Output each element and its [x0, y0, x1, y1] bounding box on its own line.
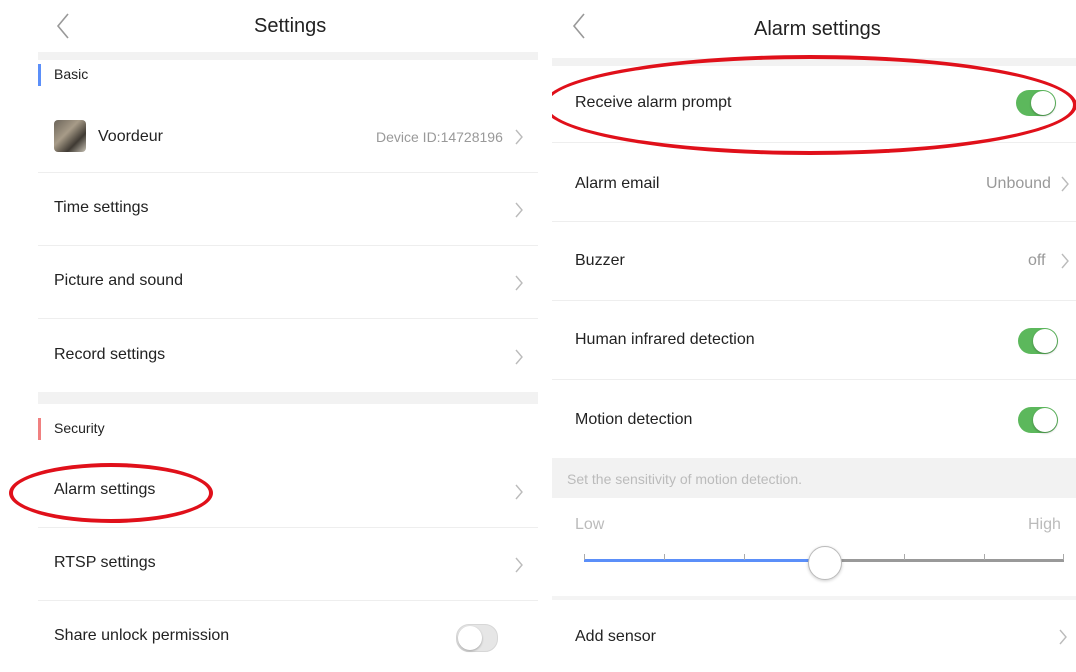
slider-tick [584, 554, 585, 560]
settings-titlebar: Settings [0, 0, 538, 52]
row-label: Alarm settings [54, 481, 156, 498]
divider [552, 58, 1076, 66]
chevron-right-icon [515, 557, 523, 573]
share-unlock-toggle[interactable] [456, 624, 498, 652]
chevron-right-icon [515, 349, 523, 365]
sensitivity-slider[interactable] [584, 546, 1064, 580]
slider-tick [744, 554, 745, 560]
row-label: Time settings [54, 199, 149, 216]
alarm-settings-row[interactable]: Alarm settings [38, 455, 538, 528]
alarm-email-value: Unbound [986, 175, 1051, 192]
row-label: Add sensor [575, 628, 656, 645]
chevron-right-icon [1061, 253, 1069, 269]
sensitivity-caption-bar: Set the sensitivity of motion detection. [552, 458, 1076, 498]
divider [38, 392, 538, 404]
chevron-right-icon [515, 484, 523, 500]
back-chevron-icon[interactable] [568, 10, 592, 42]
row-label: Motion detection [575, 411, 693, 428]
row-label: Picture and sound [54, 272, 183, 289]
section-title: Security [54, 420, 105, 436]
chevron-right-icon [1061, 176, 1069, 192]
section-marker [38, 64, 41, 86]
slider-tick [984, 554, 985, 560]
slider-fill [584, 559, 824, 562]
device-name: Voordeur [98, 128, 163, 145]
back-chevron-icon[interactable] [52, 10, 76, 42]
chevron-right-icon [515, 202, 523, 218]
toggle-knob [1033, 408, 1057, 432]
row-label: RTSP settings [54, 554, 156, 571]
buzzer-row[interactable]: Buzzer off [552, 222, 1076, 301]
add-sensor-row[interactable]: Add sensor [552, 600, 1076, 672]
buzzer-value: off [1028, 252, 1046, 269]
alarm-email-row[interactable]: Alarm email Unbound [552, 143, 1076, 222]
section-header-security: Security [38, 408, 538, 452]
row-label: Receive alarm prompt [575, 94, 732, 111]
picture-sound-row[interactable]: Picture and sound [38, 246, 538, 319]
record-settings-row[interactable]: Record settings [38, 320, 538, 392]
slider-tick [1063, 554, 1064, 560]
page-title: Settings [254, 15, 327, 37]
row-label: Share unlock permission [54, 627, 230, 644]
chevron-right-icon [515, 275, 523, 291]
slider-tick [664, 554, 665, 560]
section-title: Basic [54, 66, 89, 82]
share-unlock-row: Share unlock permission [38, 601, 538, 672]
toggle-knob [1033, 329, 1057, 353]
row-label: Record settings [54, 346, 166, 363]
slider-tick [904, 554, 905, 560]
settings-screen: Settings Basic Voordeur Device ID:147281… [0, 0, 538, 672]
section-header-basic: Basic [38, 54, 538, 98]
alarm-settings-screen: Alarm settings Receive alarm prompt Alar… [552, 0, 1076, 672]
device-thumbnail [54, 120, 86, 152]
chevron-right-icon [515, 129, 523, 145]
toggle-knob [458, 626, 482, 650]
row-label: Alarm email [575, 175, 660, 192]
sensitivity-caption: Set the sensitivity of motion detection. [567, 471, 803, 487]
sensitivity-high-label: High [1028, 516, 1061, 533]
rtsp-settings-row[interactable]: RTSP settings [38, 528, 538, 601]
row-label: Buzzer [575, 252, 625, 269]
page-title: Alarm settings [754, 18, 881, 40]
motion-detection-toggle[interactable] [1018, 407, 1058, 433]
slider-knob[interactable] [808, 546, 842, 580]
alarm-titlebar: Alarm settings [552, 0, 1076, 52]
receive-alarm-toggle[interactable] [1016, 90, 1056, 116]
section-marker [38, 418, 41, 440]
motion-detection-row: Motion detection [552, 380, 1076, 458]
receive-alarm-row: Receive alarm prompt [552, 66, 1076, 143]
infrared-detection-row: Human infrared detection [552, 301, 1076, 380]
sensitivity-low-label: Low [575, 516, 605, 533]
device-id: Device ID:14728196 [376, 129, 503, 145]
chevron-right-icon [1059, 629, 1067, 645]
infrared-detection-toggle[interactable] [1018, 328, 1058, 354]
row-label: Human infrared detection [575, 331, 755, 348]
time-settings-row[interactable]: Time settings [38, 173, 538, 246]
toggle-knob [1031, 91, 1055, 115]
